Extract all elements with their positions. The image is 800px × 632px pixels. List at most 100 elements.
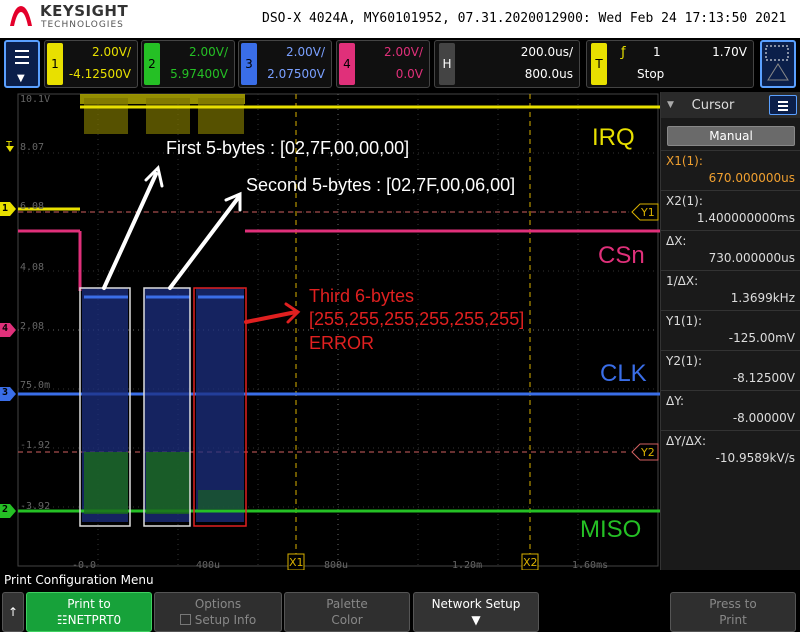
network-setup-button[interactable]: Network Setup ▼: [413, 592, 539, 632]
setup-info-label: Setup Info: [194, 613, 257, 627]
brand-name: KEYSIGHT: [40, 2, 129, 20]
channel-2-key: 2: [144, 43, 160, 85]
channel-3-offset: 2.07500V: [267, 67, 325, 81]
cursor-inv-dx-label: 1/ΔX:: [666, 274, 699, 288]
print-to-label: Print to: [67, 597, 111, 611]
cursor-panel: ▼ Cursor Manual X1(1): 670.000000us X2(1…: [660, 92, 800, 570]
cursor-panel-title: Cursor: [691, 98, 735, 113]
cursor-dydx-value: -10.9589kV/s: [715, 451, 795, 465]
channel-3-marker[interactable]: 3: [2, 387, 8, 398]
press-to-print-button[interactable]: Press to Print: [670, 592, 796, 632]
instrument-info: DSO-X 4024A, MY60101952, 07.31.202001290…: [262, 11, 787, 26]
second-bytes-annotation: Second 5-bytes : [02,7F,00,06,00]: [246, 175, 516, 195]
channel-4-marker[interactable]: 4: [2, 323, 8, 334]
print-action-label: Print: [719, 613, 747, 627]
channel-1-key: 1: [47, 43, 63, 85]
cursor-y1-label: Y1(1):: [666, 314, 703, 328]
channel-1-offset: -4.12500V: [68, 67, 131, 81]
cursor-inv-dx-value: 1.3699kHz: [730, 291, 795, 305]
network-setup-label: Network Setup: [431, 597, 521, 611]
time-label: 1.20m: [452, 560, 483, 571]
cursor-inv-dx-row: 1/ΔX: 1.3699kHz: [661, 270, 800, 310]
cursor-dy-label: ΔY:: [666, 394, 684, 408]
x2-cursor-tag[interactable]: X2: [523, 556, 538, 569]
cursor-dx-row: ΔX: 730.000000us: [661, 230, 800, 270]
cursor-y2-label: Y2(1):: [666, 354, 703, 368]
run-status: Stop: [637, 67, 665, 81]
main-menu-button[interactable]: ▼: [4, 40, 40, 88]
third-bytes-values: [255,255,255,255,255,255]: [309, 309, 525, 329]
grid-label: 75.0m: [20, 380, 51, 391]
cursor-menu-button[interactable]: [769, 95, 797, 115]
channel-3-key: 3: [241, 43, 257, 85]
error-annotation: ERROR: [309, 333, 375, 353]
cursor-x1-row[interactable]: X1(1): 670.000000us: [661, 150, 800, 190]
back-button[interactable]: ↑: [2, 592, 24, 632]
time-label: 1.60ms: [572, 560, 609, 571]
grid-label: 2.08: [20, 321, 45, 332]
cursor-dydx-label: ΔY/ΔX:: [666, 434, 707, 448]
channel-2-offset: 5.97400V: [170, 67, 228, 81]
trigger-level-marker[interactable]: T: [6, 140, 12, 151]
palette-button[interactable]: Palette Color: [284, 592, 410, 632]
horizontal-box[interactable]: H 200.0us/ 800.0us: [434, 40, 580, 88]
grid-label: -3.92: [20, 501, 51, 512]
chevron-down-icon: ▼: [17, 73, 25, 84]
keysight-logo-icon: [10, 6, 32, 26]
trigger-key: T: [591, 43, 607, 85]
y1-cursor-tag[interactable]: Y1: [641, 206, 655, 219]
channel-4-box[interactable]: 4 2.00V/ 0.0V: [336, 40, 430, 88]
irq-label: IRQ: [592, 124, 635, 151]
third-bytes-annotation: Third 6-bytes: [309, 286, 415, 306]
zoom-button[interactable]: [760, 40, 796, 88]
channel-2-scale: 2.00V/: [189, 45, 228, 59]
x1-cursor-tag[interactable]: X1: [289, 556, 304, 569]
csn-label: CSn: [598, 242, 645, 269]
channel-1-scale: 2.00V/: [92, 45, 131, 59]
options-label: Options: [194, 597, 242, 611]
y2-cursor-tag[interactable]: Y2: [641, 446, 655, 459]
time-label: 400u: [196, 560, 221, 571]
delay-value: 800.0us: [524, 67, 573, 81]
channel-3-scale: 2.00V/: [286, 45, 325, 59]
channel-2-marker[interactable]: 2: [2, 504, 8, 515]
grid-label: 6.08: [20, 201, 45, 212]
cursor-y1-row[interactable]: Y1(1): -125.00mV: [661, 310, 800, 350]
print-target-value: ☷NETPRT0: [56, 613, 122, 627]
options-button[interactable]: Options Setup Info: [154, 592, 282, 632]
palette-label: Palette: [326, 597, 368, 611]
cursor-dydx-row: ΔY/ΔX: -10.9589kV/s: [661, 430, 800, 470]
print-to-button[interactable]: Print to ☷NETPRT0: [26, 592, 152, 632]
up-arrow-icon: ↑: [7, 605, 19, 619]
channel-4-scale: 2.00V/: [384, 45, 423, 59]
cursor-y2-row[interactable]: Y2(1): -8.12500V: [661, 350, 800, 390]
channel-1-marker[interactable]: 1: [2, 203, 8, 214]
grid-label: -1.92: [20, 440, 51, 451]
channel-3-box[interactable]: 3 2.00V/ 2.07500V: [238, 40, 332, 88]
channel-1-box[interactable]: 1 2.00V/ -4.12500V: [44, 40, 138, 88]
cursor-y2-value: -8.12500V: [732, 371, 795, 385]
cursor-dy-row: ΔY: -8.00000V: [661, 390, 800, 430]
trigger-box[interactable]: T ƒ 1 1.70V Stop: [586, 40, 754, 88]
first-bytes-annotation: First 5-bytes : [02,7F,00,00,00]: [166, 138, 410, 158]
cursor-mode-button[interactable]: Manual: [667, 126, 795, 146]
menu-icon: [15, 50, 29, 64]
softkey-bar: ↑ Print to ☷NETPRT0 Options Setup Info P…: [0, 590, 800, 632]
timebase-value: 200.0us/: [520, 45, 573, 59]
grid-label: 10.1V: [20, 94, 51, 105]
cursor-x2-value: 1.400000000ms: [696, 211, 795, 225]
cursor-x2-row[interactable]: X2(1): 1.400000000ms: [661, 190, 800, 230]
waveform-display[interactable]: [0, 92, 660, 570]
setup-info-checkbox[interactable]: [179, 614, 191, 625]
channel-bar: ▼ 1 2.00V/ -4.12500V 2 2.00V/ 5.97400V 3…: [0, 38, 800, 92]
zoom-icon: [765, 45, 789, 81]
rising-edge-icon: ƒ: [621, 45, 626, 60]
brand-subtitle: TECHNOLOGIES: [41, 20, 124, 30]
miso-waveform: [18, 452, 660, 514]
cursor-dy-value: -8.00000V: [732, 411, 795, 425]
channel-2-box[interactable]: 2 2.00V/ 5.97400V: [141, 40, 235, 88]
cursor-dx-value: 730.000000us: [708, 251, 795, 265]
trigger-level: 1.70V: [712, 45, 747, 59]
press-to-label: Press to: [709, 597, 757, 611]
horizontal-key: H: [439, 43, 455, 85]
